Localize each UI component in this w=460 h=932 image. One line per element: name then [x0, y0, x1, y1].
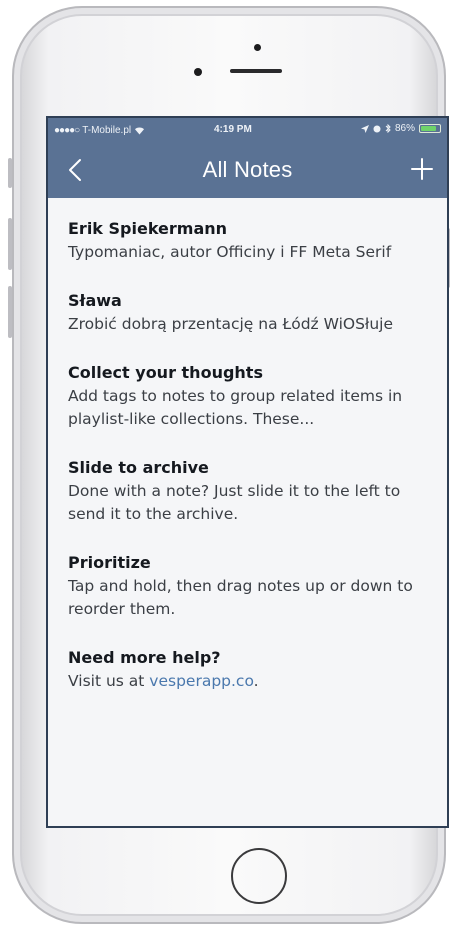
note-title: Slide to archive: [68, 458, 209, 477]
status-bar: ●●●●○ T-Mobile.pl 4:19 PM 86%: [48, 118, 447, 142]
note-preview: Typomaniac, autor Officiny i FF Meta Ser…: [68, 243, 392, 261]
note-title: Sława: [68, 291, 122, 310]
battery-percent: 86%: [394, 123, 415, 134]
note-preview: Zrobić dobrą przentację na Łódź WiOSłuje: [68, 315, 394, 333]
note-item[interactable]: Sława Zrobić dobrą przentację na Łódź Wi…: [68, 290, 427, 336]
wifi-icon: [135, 127, 145, 134]
chevron-left-icon[interactable]: [62, 154, 90, 186]
note-item[interactable]: Prioritize Tap and hold, then drag notes…: [68, 552, 427, 621]
page-title: All Notes: [202, 157, 293, 182]
proximity-sensor: [194, 68, 202, 76]
status-time: 4:19 PM: [214, 124, 252, 135]
note-item[interactable]: Erik Spiekermann Typomaniac, autor Offic…: [68, 218, 427, 264]
note-preview: Add tags to notes to group related items…: [68, 387, 403, 428]
earpiece-speaker: [230, 69, 282, 73]
alarm-icon: [373, 125, 381, 132]
bluetooth-icon: [385, 124, 391, 133]
navigation-bar: All Notes: [48, 142, 447, 198]
notes-list: Erik Spiekermann Typomaniac, autor Offic…: [48, 198, 447, 693]
app-screen: ●●●●○ T-Mobile.pl 4:19 PM 86% All Notes …: [46, 116, 449, 828]
note-item[interactable]: Need more help? Visit us at vesperapp.co…: [68, 647, 427, 693]
volume-up-button: [8, 218, 12, 270]
note-item[interactable]: Slide to archive Done with a note? Just …: [68, 457, 427, 526]
carrier-group: ●●●●○ T-Mobile.pl: [54, 125, 145, 136]
note-preview: Done with a note? Just slide it to the l…: [68, 482, 401, 523]
note-title: Need more help?: [68, 648, 221, 667]
note-title: Prioritize: [68, 553, 151, 572]
note-preview: Tap and hold, then drag notes up or down…: [68, 577, 413, 618]
help-text: Visit us at: [68, 672, 150, 690]
status-right-group: 86%: [360, 123, 441, 134]
vesper-website-link[interactable]: vesperapp.co: [149, 672, 253, 690]
battery-icon: [419, 124, 441, 133]
signal-dots-icon: ●●●●○: [54, 124, 80, 136]
plus-icon[interactable]: [409, 156, 435, 182]
note-title: Erik Spiekermann: [68, 219, 228, 238]
carrier-name: T-Mobile.pl: [82, 124, 132, 136]
home-button[interactable]: [231, 848, 287, 904]
mute-switch: [8, 158, 12, 188]
note-item[interactable]: Collect your thoughts Add tags to notes …: [68, 362, 427, 431]
note-title: Collect your thoughts: [68, 363, 263, 382]
note-preview: Visit us at vesperapp.co.: [68, 670, 427, 693]
volume-down-button: [8, 286, 12, 338]
help-text-period: .: [253, 672, 259, 690]
front-camera: [254, 44, 261, 51]
location-arrow-icon: [360, 124, 369, 133]
battery-level: [421, 126, 436, 131]
